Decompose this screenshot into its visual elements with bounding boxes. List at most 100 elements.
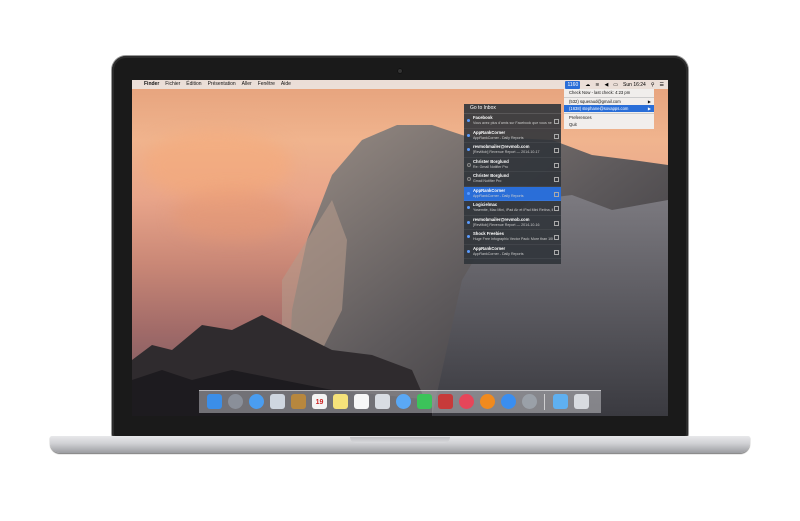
quit-item[interactable]: Quit — [564, 121, 654, 128]
mail-sender: Logicielmac — [473, 202, 498, 207]
menu-aide[interactable]: Aide — [281, 80, 291, 89]
mail-row[interactable]: AppRankCorner AppRankCorner - Daily Repor… — [464, 129, 561, 143]
account-label: (532) squeraud@gmail.com — [569, 99, 621, 104]
preferences-item[interactable]: Preferences — [564, 114, 654, 121]
launchpad-icon[interactable] — [228, 394, 243, 409]
mail-subject: AppRankCorner - Daily Reports — [473, 193, 524, 198]
menu-edition[interactable]: Édition — [186, 80, 201, 89]
mail-action-icon[interactable] — [554, 133, 559, 139]
read-dot-icon — [467, 177, 471, 181]
mail-sender: AppRankCorner — [473, 245, 506, 251]
mail-action-icon[interactable] — [554, 249, 559, 255]
clock-display[interactable]: Sun 16:24 — [623, 82, 646, 88]
mail-action-icon[interactable] — [554, 191, 559, 197]
safari-icon[interactable] — [249, 394, 264, 409]
mail-notifier-badge[interactable]: 1160 — [565, 80, 581, 89]
mail-row[interactable]: Christer Borglund Re: Gmail Notifier Pro — [464, 158, 561, 172]
trash-icon[interactable] — [574, 394, 589, 409]
inbox-panel: Go to Inbox Facebook Vous avez plus d'ami… — [464, 104, 561, 264]
photo-booth-icon[interactable] — [438, 394, 453, 409]
contacts-icon[interactable] — [291, 394, 306, 409]
submenu-arrow-icon: ▶ — [647, 99, 651, 104]
reminders-icon[interactable] — [354, 394, 369, 409]
camera-icon — [397, 68, 403, 74]
mail-sender: Facebook — [473, 115, 493, 120]
cloud-icon[interactable]: ☁ — [585, 82, 590, 88]
unread-dot-icon — [467, 220, 470, 224]
battery-icon[interactable]: ▭ — [613, 82, 618, 88]
mail-subject: [RevMob] Revenue Report — 2014-10-16 — [473, 222, 540, 227]
mail-action-icon[interactable] — [554, 235, 559, 240]
go-to-inbox-button[interactable]: Go to Inbox — [464, 104, 561, 114]
mail-row[interactable]: AppRankCorner AppRankCorner - Daily Repor… — [464, 186, 561, 201]
account-label: (1638) stephane@sovapps.com — [569, 106, 629, 111]
mail-row[interactable]: Logicielmac Yosemite, Mac Mini, iPad Air … — [464, 201, 561, 216]
calendar-icon[interactable]: 19 — [312, 394, 327, 409]
downloads-folder-icon[interactable] — [553, 394, 568, 409]
unread-dot-icon — [467, 119, 470, 122]
mail-action-icon[interactable] — [554, 162, 559, 168]
unread-dot-icon — [467, 206, 470, 209]
read-dot-icon — [467, 162, 471, 167]
dock: 19 — [199, 390, 601, 413]
spotlight-icon[interactable]: ⚲ — [651, 82, 655, 88]
itunes-icon[interactable] — [459, 394, 474, 409]
laptop-notch — [350, 437, 450, 443]
unread-dot-icon — [467, 235, 470, 238]
mail-row[interactable]: Facebook Vous avez plus d'amis sur Facebo… — [464, 114, 561, 129]
mail-subject: Gmail Notifier Pro — [473, 179, 502, 183]
facetime-icon[interactable] — [417, 394, 432, 409]
mail-row[interactable]: AppRankCorner AppRankCorner - Daily Repor… — [464, 245, 561, 259]
mail-sender: AppRankCorner — [473, 187, 506, 193]
mail-sender: Christer Borglund — [473, 173, 509, 178]
mail-list: Facebook Vous avez plus d'amis sur Facebo… — [464, 114, 561, 259]
mail-row[interactable]: revmobmailer@revmob.com [RevMob] Revenue … — [464, 216, 561, 230]
account-item-sovapps[interactable]: (1638) stephane@sovapps.com ▶ — [564, 105, 654, 112]
app-store-icon[interactable] — [501, 394, 516, 409]
mail-subject: AppRankCorner - Daily Reports — [473, 251, 524, 256]
mail-row[interactable]: Christer Borglund Gmail Notifier Pro — [464, 172, 561, 187]
mail-action-icon[interactable] — [554, 148, 559, 153]
messages-icon[interactable] — [396, 394, 411, 409]
mail-sender: revmobmailer@revmob.com — [473, 144, 530, 149]
mail-sender: Christer Borglund — [473, 158, 509, 164]
mail-action-icon[interactable] — [554, 220, 559, 226]
mail-subject: Vous avez plus d'amis sur Facebook que v… — [473, 121, 553, 125]
unread-dot-icon — [467, 148, 470, 151]
menu-fichier[interactable]: Fichier — [165, 80, 180, 89]
mail-action-icon[interactable] — [554, 177, 559, 182]
wifi-icon[interactable]: ≋ — [595, 82, 599, 88]
mail-subject: Re: Gmail Notifier Pro — [473, 164, 508, 169]
mountain-wallpaper — [132, 125, 668, 416]
mail-row[interactable]: revmobmailer@revmob.com [RevMob] Revenue … — [464, 143, 561, 158]
menu-presentation[interactable]: Présentation — [208, 80, 236, 89]
mail-subject: Yosemite, Mac Mini, iPad Air et iPad Min… — [473, 208, 553, 212]
submenu-arrow-icon: ▶ — [647, 106, 651, 111]
mail-subject: [RevMob] Revenue Report — 2014-10-17 — [473, 150, 540, 154]
unread-dot-icon — [467, 249, 470, 253]
mail-sender: revmobmailer@revmob.com — [473, 216, 530, 222]
mail-icon[interactable] — [270, 394, 285, 409]
mail-sender: Shock Freebies — [473, 231, 504, 236]
mail-row[interactable]: Shock Freebies Huge Free Infographic Vect… — [464, 230, 561, 245]
menu-finder[interactable]: Finder — [144, 80, 159, 89]
volume-icon[interactable]: ◀ — [604, 82, 608, 88]
preview-icon[interactable] — [375, 394, 390, 409]
mail-action-icon[interactable] — [554, 206, 559, 211]
ibooks-icon[interactable] — [480, 394, 495, 409]
desktop-screen: Finder Fichier Édition Présentation Alle… — [132, 80, 668, 416]
mail-action-icon[interactable] — [554, 119, 559, 124]
system-preferences-icon[interactable] — [522, 394, 537, 409]
notes-icon[interactable] — [333, 394, 348, 409]
mail-notifier-menu: Check Now - last check: 4:23 pm (532) sq… — [564, 89, 654, 129]
finder-icon[interactable] — [207, 394, 222, 409]
menu-aller[interactable]: Aller — [242, 80, 252, 89]
menu-fenetre[interactable]: Fenêtre — [258, 80, 275, 89]
dock-separator — [544, 394, 545, 410]
mail-subject: Huge Free Infographic Vector Pack: More … — [473, 237, 553, 241]
account-item-gmail[interactable]: (532) squeraud@gmail.com ▶ — [564, 98, 654, 105]
check-now-item[interactable]: Check Now - last check: 4:23 pm — [564, 89, 654, 96]
notification-center-icon[interactable]: ☰ — [660, 82, 664, 88]
mail-sender: AppRankCorner — [473, 129, 506, 135]
unread-dot-icon — [467, 133, 470, 137]
